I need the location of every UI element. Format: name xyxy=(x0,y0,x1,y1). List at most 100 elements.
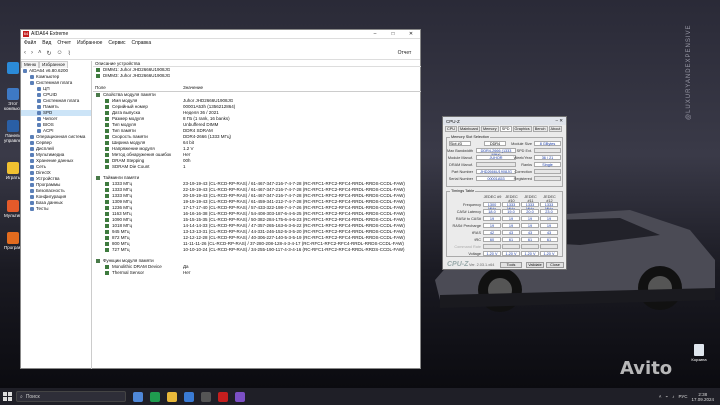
col-field[interactable]: Поле xyxy=(95,85,183,90)
cpuz-tab[interactable]: Memory xyxy=(480,126,499,132)
tree-tab[interactable]: Меню xyxy=(21,61,40,68)
close-button[interactable]: ✕ xyxy=(402,31,420,37)
aida-titlebar[interactable]: 64 AIDA64 Extreme – □ ✕ xyxy=(21,30,420,39)
refresh-icon[interactable]: ↻ xyxy=(47,50,52,57)
chart-icon[interactable]: ⌇ xyxy=(68,50,71,57)
cpuz-taskbar-icon[interactable] xyxy=(235,391,245,402)
timing-label: tRC xyxy=(474,238,481,242)
field-value: Нет xyxy=(183,270,191,275)
menu-item[interactable]: Справка xyxy=(132,40,152,46)
menu-item[interactable]: Файл xyxy=(24,40,36,46)
close-button[interactable]: Close xyxy=(546,262,564,268)
cpuz-tab[interactable]: About xyxy=(548,126,563,132)
cpuz-close-icon[interactable]: – ✕ xyxy=(555,118,563,124)
memory-icon xyxy=(105,200,109,204)
task-view-icon[interactable] xyxy=(133,391,143,402)
explorer-icon[interactable] xyxy=(167,391,177,402)
column-header[interactable]: Поле Значение xyxy=(93,84,421,92)
correction-label: Correction xyxy=(514,170,532,174)
desktop-app-icon xyxy=(7,162,19,174)
tree-node-icon xyxy=(30,177,34,181)
table-row[interactable]: Thermal Sensor Нет xyxy=(93,270,421,276)
cpuz-window[interactable]: CPU-Z – ✕ CPU Mainboard Memory SPD Graphics B… xyxy=(442,116,567,270)
taskbar: ⌕ Поиск ˄ ⌁ ♪ РУС 2:38 17.09.2024 xyxy=(0,388,720,405)
cpuz-tab[interactable]: CPU xyxy=(445,126,458,132)
edge-icon[interactable] xyxy=(150,391,160,402)
col-value[interactable]: Значение xyxy=(183,85,203,90)
volume-icon[interactable]: ♪ xyxy=(672,394,674,399)
tree-item-label: Тесты xyxy=(36,206,49,211)
timing-value: 20.0 xyxy=(521,209,539,214)
timing-value xyxy=(540,244,558,249)
cpuz-title: CPU-Z xyxy=(446,118,460,124)
menu-item[interactable]: Отчет xyxy=(57,40,71,46)
search-placeholder: Поиск xyxy=(25,393,40,400)
cpuz-tab[interactable]: SPD xyxy=(499,126,512,132)
cpuz-tab[interactable]: Mainboard xyxy=(458,126,480,132)
timing-label: tRAS xyxy=(472,231,481,235)
tree-tab[interactable]: Избранное xyxy=(39,61,68,68)
jedec-header: JEDEC #9 xyxy=(483,195,502,199)
timing-value: 19 xyxy=(502,216,520,221)
lang-indicator[interactable]: РУС xyxy=(678,394,687,399)
timing-value: 19 xyxy=(483,216,501,221)
desktop-icon-label: Играть xyxy=(5,175,21,180)
field-name: Thermal Sensor xyxy=(112,270,145,275)
timing-label: Command Rate xyxy=(454,245,481,249)
cpuz-tab[interactable]: Graphics xyxy=(512,126,532,132)
memory-icon xyxy=(105,236,109,240)
slot-select[interactable]: Slot #3 xyxy=(449,141,471,146)
memory-icon xyxy=(105,206,109,210)
table-row[interactable]: 727 МГц 10-10-10-24 (CL-RCD-RP-RAS) / 34-… xyxy=(93,247,421,253)
tree-node-icon xyxy=(37,111,41,115)
tree-node-icon xyxy=(30,135,34,139)
recycle-bin[interactable]: Корзина xyxy=(688,344,710,362)
search-icon: ⌕ xyxy=(20,393,23,400)
menu-item[interactable]: Вид xyxy=(42,40,51,46)
app-icon[interactable] xyxy=(201,391,211,402)
forward-icon[interactable]: › xyxy=(31,50,33,56)
menu-item[interactable]: Избранное xyxy=(77,40,102,46)
aida64-window[interactable]: 64 AIDA64 Extreme – □ ✕ Файл Вид Отчет Избр… xyxy=(20,29,421,369)
timing-value: 18.0 xyxy=(483,209,501,214)
memory-icon xyxy=(105,129,109,133)
tools-button[interactable]: Tools xyxy=(500,262,522,268)
chevron-up-icon[interactable]: ˄ xyxy=(659,394,662,399)
tree-node-icon xyxy=(30,195,34,199)
timing-value: 19 xyxy=(540,216,558,221)
user-icon[interactable]: ☺ xyxy=(57,50,63,56)
timing-value: 19 xyxy=(502,223,520,228)
menu-item[interactable]: Сервис xyxy=(108,40,125,46)
tree-item[interactable]: Тесты xyxy=(21,206,91,212)
ranks-label: Ranks xyxy=(521,163,532,167)
report-button[interactable]: Отчет xyxy=(398,50,412,56)
dram-manuf-label: DRAM Manuf. xyxy=(449,163,473,167)
timing-label: CAS# Latency xyxy=(456,210,481,214)
validate-button[interactable]: Validate xyxy=(526,262,544,268)
field-name: SDRAM Die Count xyxy=(112,164,150,169)
timing-value: 1.20 V xyxy=(502,251,520,256)
up-icon[interactable]: ˄ xyxy=(38,50,42,56)
aida-taskbar-icon[interactable] xyxy=(218,391,228,402)
cpuz-titlebar[interactable]: CPU-Z – ✕ xyxy=(443,117,566,125)
store-icon[interactable] xyxy=(184,391,194,402)
timing-value: 1333 MHz xyxy=(521,202,539,211)
minimize-button[interactable]: – xyxy=(366,31,384,37)
back-icon[interactable]: ‹ xyxy=(24,50,26,56)
clock[interactable]: 2:38 17.09.2024 xyxy=(691,392,714,402)
memory-icon xyxy=(105,212,109,216)
timing-value: 1333 MHz xyxy=(502,202,520,211)
timing-value: 19 xyxy=(540,223,558,228)
maximize-button[interactable]: □ xyxy=(384,31,402,37)
network-icon[interactable]: ⌁ xyxy=(665,394,668,400)
max-bw-label: Max Bandwidth xyxy=(447,149,473,153)
recycle-bin-label: Корзина xyxy=(691,357,707,362)
table-row[interactable]: SDRAM Die Count 1 xyxy=(93,164,421,170)
spd-ext xyxy=(534,148,561,153)
cpuz-tab[interactable]: Bench xyxy=(532,126,548,132)
start-button[interactable] xyxy=(0,388,14,405)
taskbar-search[interactable]: ⌕ Поиск xyxy=(16,391,126,402)
aida-menubar: Файл Вид Отчет Избранное Сервис Справка xyxy=(21,39,420,47)
desktop-app-icon xyxy=(7,120,19,132)
memory-icon xyxy=(96,68,100,72)
